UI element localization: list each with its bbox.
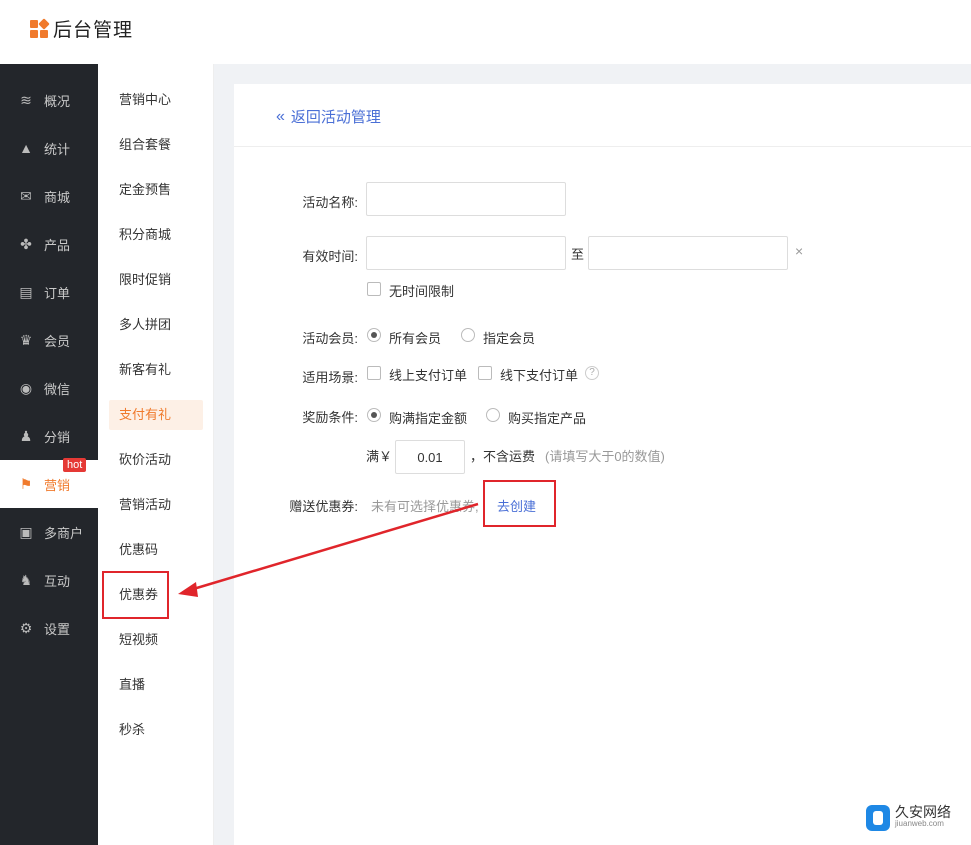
sidebar-item-label: 统计	[44, 141, 71, 157]
gear-icon: ⚙	[19, 619, 33, 636]
sidebar-item-label: 会员	[44, 333, 71, 349]
submenu-item[interactable]: 优惠码	[109, 535, 203, 565]
flag-icon: ⚑	[19, 475, 33, 492]
users-icon: ♟	[19, 427, 33, 444]
help-icon[interactable]: ?	[585, 366, 599, 380]
scene-online-label: 线上支付订单	[389, 368, 468, 383]
grid-icon: ✤	[20, 235, 32, 252]
coupon-label: 赠送优惠券:	[289, 499, 358, 514]
coupon-empty-text: 未有可选择优惠券,	[371, 499, 479, 514]
submenu-item[interactable]: 直播	[109, 670, 203, 700]
back-link-label: 返回活动管理	[290, 109, 381, 126]
scene-offline-label: 线下支付订单	[500, 368, 579, 383]
valid-time-label: 有效时间:	[302, 249, 358, 264]
chart-icon: ▲	[19, 140, 33, 156]
full-amount-hint: (请填写大于0的数值)	[545, 449, 665, 464]
sidebar-item-label: 互动	[44, 573, 71, 589]
layers-icon: ≋	[20, 91, 32, 108]
sidebar-item-product[interactable]: ✤ 产品	[0, 220, 98, 268]
submenu-item[interactable]: 砍价活动	[109, 445, 203, 475]
start-time-input[interactable]	[366, 236, 566, 270]
sidebar-item-wechat[interactable]: ◉ 微信	[0, 364, 98, 412]
wechat-icon: ◉	[19, 379, 33, 396]
reward-product-radio[interactable]	[486, 408, 500, 422]
full-amount-prefix: 满￥	[366, 449, 393, 464]
member-label: 活动会员:	[302, 331, 358, 346]
submenu-item[interactable]: 秒杀	[109, 715, 203, 745]
full-amount-suffix: ，不含运费	[470, 449, 536, 464]
sidebar-item-label: 微信	[44, 381, 71, 397]
submenu-item[interactable]: 限时促销	[109, 265, 203, 295]
top-bar: 后台管理	[0, 0, 971, 64]
sidebar-item-marketing[interactable]: ⚑ 营销 hot	[0, 458, 98, 508]
submenu-item[interactable]: 定金预售	[109, 175, 203, 205]
member-specific-label: 指定会员	[483, 331, 536, 346]
activity-name-label: 活动名称:	[302, 195, 358, 210]
scene-label: 适用场景:	[302, 370, 358, 385]
submenu-item[interactable]: 营销活动	[109, 490, 203, 520]
reward-label: 奖励条件:	[302, 410, 358, 425]
member-all-radio[interactable]	[367, 328, 381, 342]
back-link[interactable]: « 返回活动管理	[276, 106, 381, 127]
crown-icon: ♛	[19, 331, 33, 348]
full-amount-input[interactable]	[395, 440, 465, 474]
sidebar-item-overview[interactable]: ≋ 概况	[0, 76, 98, 124]
watermark-name: 久安网络	[895, 804, 951, 820]
sidebar-item-label: 概况	[44, 93, 71, 109]
reward-amount-label: 购满指定金额	[389, 411, 468, 426]
watermark-url: jiuanweb.com	[895, 819, 944, 828]
submenu-item[interactable]: 多人拼团	[109, 310, 203, 340]
sidebar-item-statistics[interactable]: ▲ 统计	[0, 124, 98, 172]
no-time-limit-checkbox[interactable]	[367, 282, 381, 296]
marketing-submenu: 营销中心 组合套餐 定金预售 积分商城 限时促销 多人拼团 新客有礼 支付有礼 …	[98, 64, 214, 845]
submenu-item[interactable]: 新客有礼	[109, 355, 203, 385]
scene-offline-checkbox[interactable]	[478, 366, 492, 380]
sidebar-item-label: 产品	[44, 237, 71, 253]
annotation-box-create	[483, 480, 556, 527]
activity-name-input[interactable]	[366, 182, 566, 216]
sidebar-item-distribution[interactable]: ♟ 分销	[0, 412, 98, 460]
logo-icon	[30, 17, 50, 38]
double-chevron-left-icon: «	[276, 107, 285, 125]
scene-online-checkbox[interactable]	[367, 366, 381, 380]
submenu-item-payment-gift[interactable]: 支付有礼	[109, 400, 203, 430]
sidebar-item-label: 分销	[44, 429, 71, 445]
divider	[234, 146, 971, 147]
annotation-box-coupon	[102, 571, 169, 619]
sidebar-item-interaction[interactable]: ♞ 互动	[0, 556, 98, 604]
sidebar-item-label: 设置	[44, 621, 71, 637]
sidebar-item-label: 多商户	[44, 525, 84, 541]
watermark: 久安网络 jiuanweb.com	[866, 805, 951, 831]
sidebar-item-members[interactable]: ♛ 会员	[0, 316, 98, 364]
shop-icon: ▣	[19, 523, 33, 540]
clear-time-icon[interactable]: ×	[795, 243, 803, 259]
activity-form-card: « 返回活动管理 活动名称: 有效时间: 至 × 无时间限制 活动会员: 所有会…	[234, 84, 971, 845]
reward-amount-radio[interactable]	[367, 408, 381, 422]
logo: 后台管理	[30, 15, 133, 42]
hot-badge: hot	[63, 458, 87, 472]
main-sidebar: ≋ 概况 ▲ 统计 ✉ 商城 ✤ 产品 ▤ 订单 ♛ 会员 ◉ 微信 ♟ 分销 ⚑ 营销 hot ▣…	[0, 64, 98, 845]
watermark-logo-icon	[866, 805, 890, 831]
people-icon: ♞	[19, 571, 33, 588]
submenu-item[interactable]: 营销中心	[109, 85, 203, 115]
submenu-item[interactable]: 组合套餐	[109, 130, 203, 160]
end-time-input[interactable]	[588, 236, 788, 270]
app-title: 后台管理	[53, 20, 134, 41]
sidebar-item-label: 营销	[44, 477, 71, 493]
sidebar-item-orders[interactable]: ▤ 订单	[0, 268, 98, 316]
sidebar-item-settings[interactable]: ⚙ 设置	[0, 604, 98, 652]
mail-icon: ✉	[20, 187, 32, 204]
member-all-label: 所有会员	[389, 331, 442, 346]
member-specific-radio[interactable]	[461, 328, 475, 342]
sidebar-item-label: 订单	[44, 285, 71, 301]
clipboard-icon: ▤	[19, 283, 33, 300]
sidebar-item-mall[interactable]: ✉ 商城	[0, 172, 98, 220]
submenu-item[interactable]: 积分商城	[109, 220, 203, 250]
submenu-item[interactable]: 短视频	[109, 625, 203, 655]
sidebar-item-multi-merchant[interactable]: ▣ 多商户	[0, 508, 98, 556]
no-time-limit-label: 无时间限制	[389, 284, 455, 299]
time-separator: 至	[571, 247, 585, 262]
sidebar-item-label: 商城	[44, 189, 71, 205]
reward-product-label: 购买指定产品	[508, 411, 587, 426]
